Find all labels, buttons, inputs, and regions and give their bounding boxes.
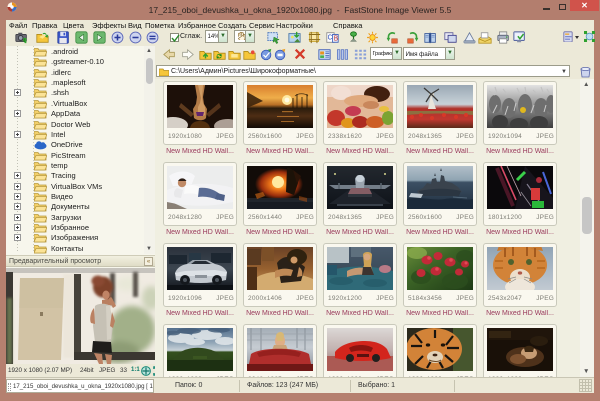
svg-text:B: B (334, 35, 339, 42)
svg-text:C: C (328, 35, 333, 42)
